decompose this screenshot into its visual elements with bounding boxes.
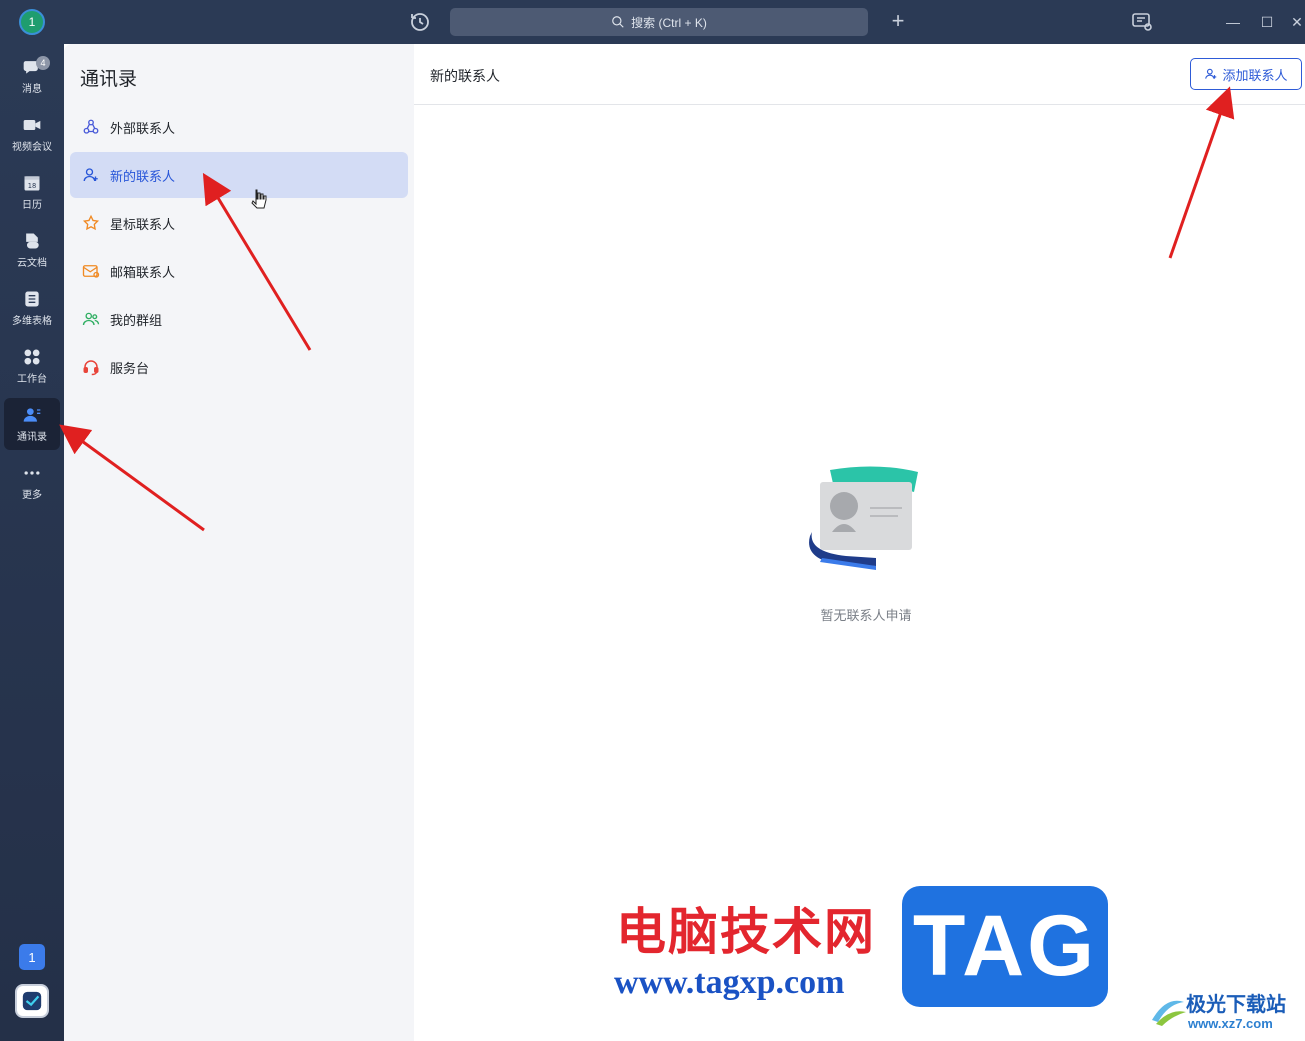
nav-item-label: 星标联系人 [110,216,176,232]
new-button[interactable]: + [886,10,910,34]
screen-notification-icon[interactable] [1130,10,1154,34]
minimize-button[interactable]: — [1221,10,1245,34]
watermark-cn-text: 电脑技术网 [616,904,876,960]
rail-item-label: 视频会议 [12,142,52,153]
rail-item-label: 更多 [22,490,42,501]
watermark-site2: 极光下载站 www.xz7.com [1148,988,1300,1032]
nav-item-label: 外部联系人 [110,120,176,136]
watermark-url: www.tagxp.com [614,964,845,1001]
search-icon [612,16,624,28]
search-placeholder: 搜索 (Ctrl + K) [631,15,707,30]
rail-item-calendar[interactable]: 18 日历 [4,166,60,218]
headset-icon [83,360,99,376]
nav-item-my-groups[interactable]: 我的群组 [70,296,408,342]
rail-item-cloud-docs[interactable]: 云文档 [4,224,60,276]
watermark-site2-title: 极光下载站 [1186,994,1286,1016]
app-logo-icon [22,991,42,1011]
app-logo[interactable] [15,984,49,1018]
add-contact-button[interactable]: 添加联系人 [1190,58,1302,90]
nav-item-label: 新的联系人 [110,168,176,184]
add-contact-icon [83,168,98,182]
main-title: 新的联系人 [430,68,500,84]
star-icon [82,214,100,231]
calendar-icon: 18 [24,176,40,191]
rail-item-label: 通讯录 [17,432,47,443]
rail-item-video-meeting[interactable]: 视频会议 [4,108,60,160]
mail-contact-icon [82,265,100,278]
left-rail: 4 消息 视频会议 18 日历 云文档 多维表格 工作台 通讯录 更多 1 [0,44,64,1041]
rail-item-label: 消息 [22,84,42,95]
search-input[interactable]: 搜索 (Ctrl + K) [450,8,868,36]
title-bar: 1 搜索 (Ctrl + K) + — ☐ ✕ [0,0,1305,44]
add-contact-icon [1205,68,1217,79]
nav-item-label: 服务台 [110,360,150,376]
watermark-site2-url: www.xz7.com [1188,1016,1273,1031]
rail-item-label: 工作台 [17,374,47,385]
video-camera-icon [23,120,41,130]
nav-item-external-contacts[interactable]: 外部联系人 [70,104,408,150]
nav-item-mail-contacts[interactable]: 邮箱联系人 [70,248,408,294]
rail-item-more[interactable]: 更多 [4,456,60,508]
nav-item-label: 我的群组 [110,312,163,328]
history-icon[interactable] [408,10,432,34]
aurora-logo-icon [1152,1000,1186,1026]
spreadsheet-icon [25,291,39,307]
nav-item-starred-contacts[interactable]: 星标联系人 [70,200,408,246]
cloud-document-icon [26,233,39,249]
maximize-button[interactable]: ☐ [1255,10,1279,34]
rail-item-label: 云文档 [17,258,47,269]
watermark-tag-logo: TAG [902,886,1108,1007]
contacts-panel: 通讯录 外部联系人 新的联系人 星标联系人 邮箱联系人 我的群组 服务台 [64,44,414,1041]
nav-item-label: 邮箱联系人 [110,264,176,280]
rail-item-label: 日历 [22,200,42,211]
main-header: 新的联系人 添加联系人 [414,44,1305,105]
rail-number-badge[interactable]: 1 [19,944,45,970]
nav-item-service-desk[interactable]: 服务台 [70,344,408,390]
external-contacts-icon [83,119,99,134]
user-avatar[interactable]: 1 [19,9,45,35]
add-contact-button-label: 添加联系人 [1222,67,1288,83]
rail-item-workbench[interactable]: 工作台 [4,340,60,392]
empty-state-text: 暂无联系人申请 [820,608,912,623]
rail-badge: 4 [36,56,50,70]
group-icon [82,312,100,326]
svg-text:18: 18 [28,182,36,190]
grid-apps-icon [24,349,40,365]
rail-item-spreadsheet[interactable]: 多维表格 [4,282,60,334]
rail-item-label: 多维表格 [12,316,52,327]
rail-item-messages[interactable]: 4 消息 [4,50,60,102]
more-dots-icon [24,471,40,475]
rail-item-contacts[interactable]: 通讯录 [4,398,60,450]
contacts-icon [23,408,41,422]
close-button[interactable]: ✕ [1285,10,1305,34]
empty-contact-card-illustration [809,466,918,570]
panel-title: 通讯录 [80,69,138,90]
nav-item-new-contacts[interactable]: 新的联系人 [70,152,408,198]
